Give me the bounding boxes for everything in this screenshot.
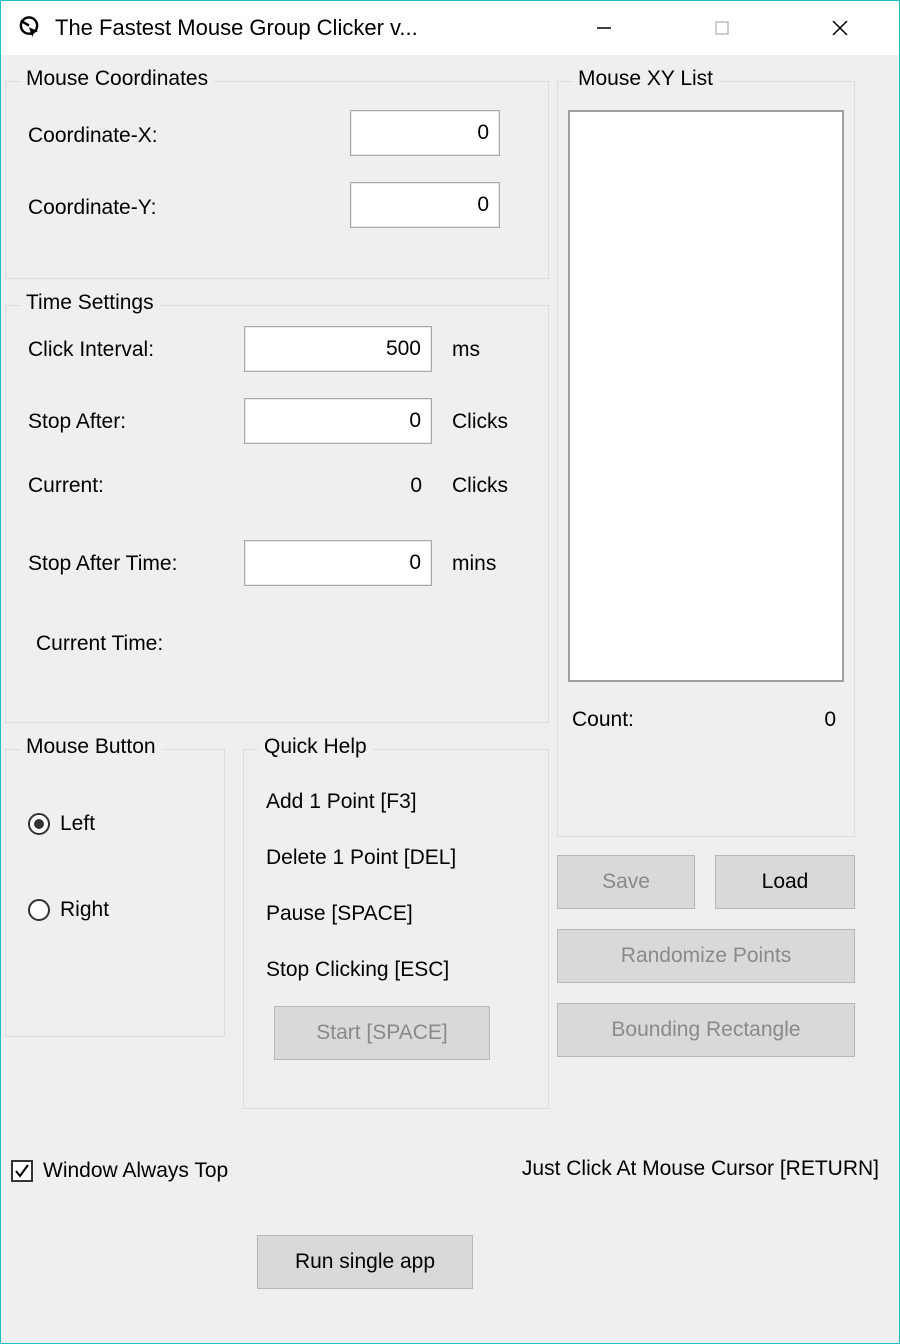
radio-right-dot-icon <box>28 899 50 921</box>
close-button[interactable] <box>781 1 899 55</box>
interval-input[interactable]: 500 <box>244 326 432 372</box>
current-value-wrap: 0 <box>244 474 432 498</box>
stop-after-time-input[interactable]: 0 <box>244 540 432 586</box>
legend-mouse-button: Mouse Button <box>20 735 162 759</box>
current-unit: Clicks <box>452 474 508 498</box>
legend-time: Time Settings <box>20 291 160 315</box>
stop-after-time-value: 0 <box>409 551 421 575</box>
interval-unit: ms <box>452 338 480 362</box>
current-label: Current: <box>28 474 104 498</box>
maximize-icon <box>715 21 729 35</box>
current-time-label: Current Time: <box>36 632 163 656</box>
stop-after-input[interactable]: 0 <box>244 398 432 444</box>
run-single-button[interactable]: Run single app <box>257 1235 473 1289</box>
radio-left-label: Left <box>60 812 95 836</box>
help-add-point: Add 1 Point [F3] <box>266 790 417 814</box>
checkbox-always-top-label: Window Always Top <box>43 1159 228 1183</box>
app-icon <box>15 14 43 42</box>
save-button[interactable]: Save <box>557 855 695 909</box>
coord-x-label: Coordinate-X: <box>28 124 158 148</box>
count-value: 0 <box>824 708 836 732</box>
window-controls <box>545 1 899 55</box>
coord-y-input[interactable]: 0 <box>350 182 500 228</box>
check-icon <box>14 1163 30 1179</box>
window-title: The Fastest Mouse Group Clicker v... <box>55 15 545 41</box>
maximize-button <box>663 1 781 55</box>
minimize-icon <box>597 21 611 35</box>
group-xy-list: Mouse XY List Count: 0 <box>557 81 855 837</box>
bounding-button[interactable]: Bounding Rectangle <box>557 1003 855 1057</box>
group-quick-help: Quick Help Add 1 Point [F3] Delete 1 Poi… <box>243 749 549 1109</box>
load-button-label: Load <box>762 870 809 894</box>
bounding-button-label: Bounding Rectangle <box>611 1018 800 1042</box>
help-delete-point: Delete 1 Point [DEL] <box>266 846 456 870</box>
coord-x-input[interactable]: 0 <box>350 110 500 156</box>
coord-y-label: Coordinate-Y: <box>28 196 156 220</box>
stop-after-value: 0 <box>409 409 421 433</box>
xy-listbox[interactable] <box>568 110 844 682</box>
randomize-button-label: Randomize Points <box>621 944 791 968</box>
stop-after-time-label: Stop After Time: <box>28 552 177 576</box>
titlebar: The Fastest Mouse Group Clicker v... <box>1 1 899 55</box>
checkbox-box-icon <box>11 1160 33 1182</box>
run-single-button-label: Run single app <box>295 1250 435 1274</box>
checkbox-always-top[interactable]: Window Always Top <box>11 1159 228 1183</box>
current-value: 0 <box>244 474 432 498</box>
help-pause: Pause [SPACE] <box>266 902 413 926</box>
just-click-label: Just Click At Mouse Cursor [RETURN] <box>522 1157 879 1181</box>
help-stop: Stop Clicking [ESC] <box>266 958 449 982</box>
count-label: Count: <box>572 708 634 732</box>
client-area: Mouse Coordinates Coordinate-X: 0 Coordi… <box>1 55 899 1343</box>
stop-after-time-unit: mins <box>452 552 496 576</box>
coord-y-value: 0 <box>477 193 489 217</box>
group-time-settings: Time Settings Click Interval: 500 ms Sto… <box>5 305 549 723</box>
legend-coordinates: Mouse Coordinates <box>20 67 214 91</box>
coord-x-value: 0 <box>477 121 489 145</box>
legend-xy-list: Mouse XY List <box>572 67 719 91</box>
radio-right-label: Right <box>60 898 109 922</box>
stop-after-label: Stop After: <box>28 410 126 434</box>
radio-right[interactable]: Right <box>28 898 109 922</box>
legend-quick-help: Quick Help <box>258 735 373 759</box>
app-window: The Fastest Mouse Group Clicker v... Mou… <box>0 0 900 1344</box>
group-mouse-coordinates: Mouse Coordinates Coordinate-X: 0 Coordi… <box>5 81 549 279</box>
randomize-button[interactable]: Randomize Points <box>557 929 855 983</box>
interval-label: Click Interval: <box>28 338 154 362</box>
minimize-button[interactable] <box>545 1 663 55</box>
interval-value: 500 <box>386 337 421 361</box>
close-icon <box>832 20 848 36</box>
start-button-label: Start [SPACE] <box>316 1021 448 1045</box>
radio-left-dot-icon <box>28 813 50 835</box>
load-button[interactable]: Load <box>715 855 855 909</box>
radio-left[interactable]: Left <box>28 812 95 836</box>
stop-after-unit: Clicks <box>452 410 508 434</box>
group-mouse-button: Mouse Button Left Right <box>5 749 225 1037</box>
save-button-label: Save <box>602 870 650 894</box>
start-button[interactable]: Start [SPACE] <box>274 1006 490 1060</box>
